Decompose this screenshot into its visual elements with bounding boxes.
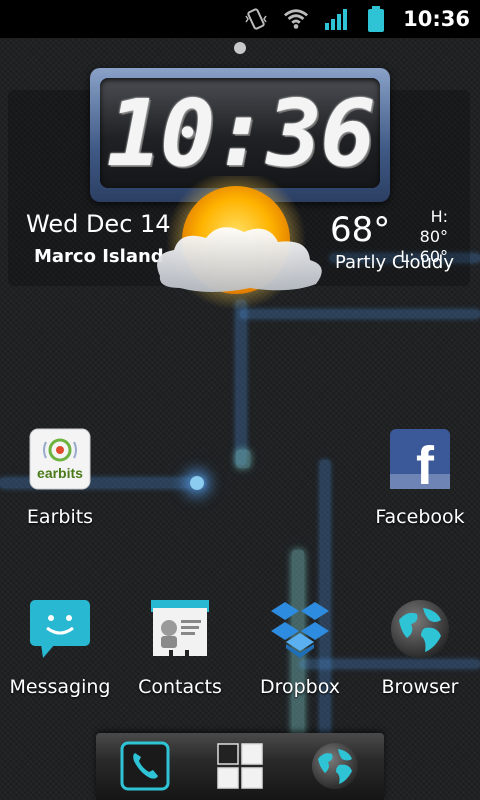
app-drawer-icon[interactable] bbox=[215, 741, 265, 791]
messaging-icon bbox=[29, 598, 91, 660]
app-contacts[interactable]: Contacts bbox=[120, 598, 240, 698]
clock-display[interactable]: 10:36 bbox=[100, 78, 380, 188]
earbits-icon: earbits bbox=[29, 428, 91, 490]
widget-condition: Partly Cloudy bbox=[335, 252, 454, 273]
glow-line bbox=[236, 300, 246, 465]
app-facebook[interactable]: f Facebook bbox=[360, 428, 480, 528]
glow-dot bbox=[190, 476, 204, 490]
contacts-icon bbox=[149, 598, 211, 660]
signal-icon bbox=[323, 6, 349, 32]
status-bar: 10:36 bbox=[0, 0, 480, 38]
app-label-dropbox: Dropbox bbox=[259, 676, 341, 698]
app-label-browser: Browser bbox=[381, 676, 459, 698]
battery-icon bbox=[363, 6, 389, 32]
app-label-earbits: Earbits bbox=[26, 506, 94, 528]
app-dropbox[interactable]: Dropbox bbox=[240, 598, 360, 698]
app-label-messaging: Messaging bbox=[9, 676, 111, 698]
app-messaging[interactable]: Messaging bbox=[0, 598, 120, 698]
app-label-facebook: Facebook bbox=[375, 506, 465, 528]
glow-line bbox=[236, 450, 250, 468]
app-earbits[interactable]: earbits Earbits bbox=[0, 428, 120, 528]
browser-icon bbox=[389, 598, 451, 660]
earbits-icon-text: earbits bbox=[37, 465, 83, 481]
dropbox-icon bbox=[269, 598, 331, 660]
app-label-contacts: Contacts bbox=[138, 676, 222, 698]
partly-cloudy-icon bbox=[140, 170, 340, 316]
facebook-icon: f bbox=[389, 428, 451, 496]
app-browser[interactable]: Browser bbox=[360, 598, 480, 698]
page-indicator bbox=[234, 42, 246, 54]
phone-icon[interactable] bbox=[120, 741, 170, 791]
status-time: 10:36 bbox=[403, 7, 470, 31]
wifi-icon bbox=[283, 6, 309, 32]
clock-time: 10:36 bbox=[106, 79, 376, 187]
widget-high: H: 80° bbox=[419, 207, 448, 246]
dock-browser-icon[interactable] bbox=[310, 741, 360, 791]
vibrate-icon bbox=[243, 6, 269, 32]
dock-bar bbox=[96, 733, 384, 800]
facebook-icon-text: f bbox=[416, 436, 435, 490]
